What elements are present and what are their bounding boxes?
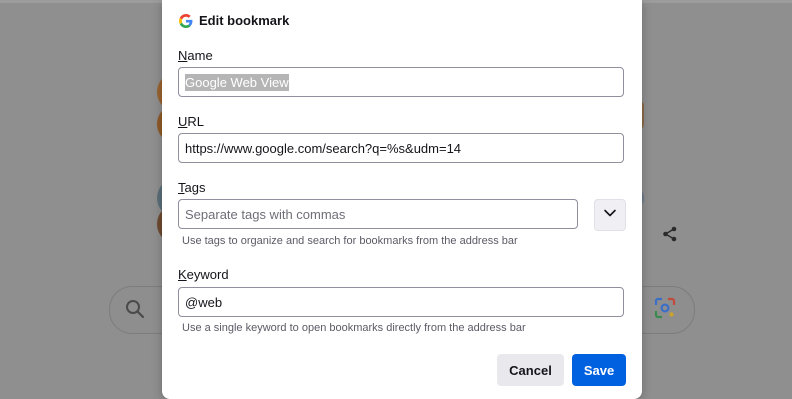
- cancel-button[interactable]: Cancel: [497, 354, 564, 386]
- tags-label-text: ags: [184, 180, 206, 195]
- name-label-accel: N: [178, 48, 188, 63]
- tags-dropdown-button[interactable]: [594, 199, 626, 231]
- dialog-title: Edit bookmark: [199, 13, 290, 28]
- keyword-label-accel: K: [178, 267, 187, 282]
- search-icon: [124, 298, 146, 320]
- keyword-hint: Use a single keyword to open bookmarks d…: [182, 322, 526, 334]
- tags-hint: Use tags to organize and search for book…: [182, 235, 518, 247]
- url-label: URL: [178, 114, 204, 129]
- url-label-text: RL: [187, 114, 205, 129]
- name-label-text: ame: [187, 48, 213, 63]
- google-logo-icon: [179, 13, 193, 28]
- name-label: Name: [178, 48, 213, 63]
- tags-field[interactable]: Separate tags with commas: [178, 199, 578, 229]
- chevron-down-icon: [603, 206, 617, 225]
- share-icon: [656, 220, 684, 248]
- url-field-value: https://www.google.com/search?q=%s&udm=1…: [185, 140, 462, 156]
- name-field[interactable]: Google Web View: [178, 67, 624, 97]
- name-field-value: Google Web View: [185, 73, 289, 91]
- tags-field-placeholder: Separate tags with commas: [185, 206, 346, 222]
- save-button[interactable]: Save: [572, 354, 626, 386]
- url-label-accel: U: [178, 114, 188, 129]
- edit-bookmark-dialog: Edit bookmark Name Google Web View URL h…: [162, 0, 642, 399]
- tags-label: Tags: [178, 180, 205, 195]
- keyword-label-text: eyword: [186, 267, 229, 282]
- keyword-field-value: @web: [185, 294, 223, 310]
- dialog-header: Edit bookmark: [179, 13, 289, 28]
- url-field[interactable]: https://www.google.com/search?q=%s&udm=1…: [178, 133, 624, 163]
- keyword-field[interactable]: @web: [178, 287, 624, 317]
- camera-search-icon: [653, 296, 677, 320]
- keyword-label: Keyword: [178, 267, 229, 282]
